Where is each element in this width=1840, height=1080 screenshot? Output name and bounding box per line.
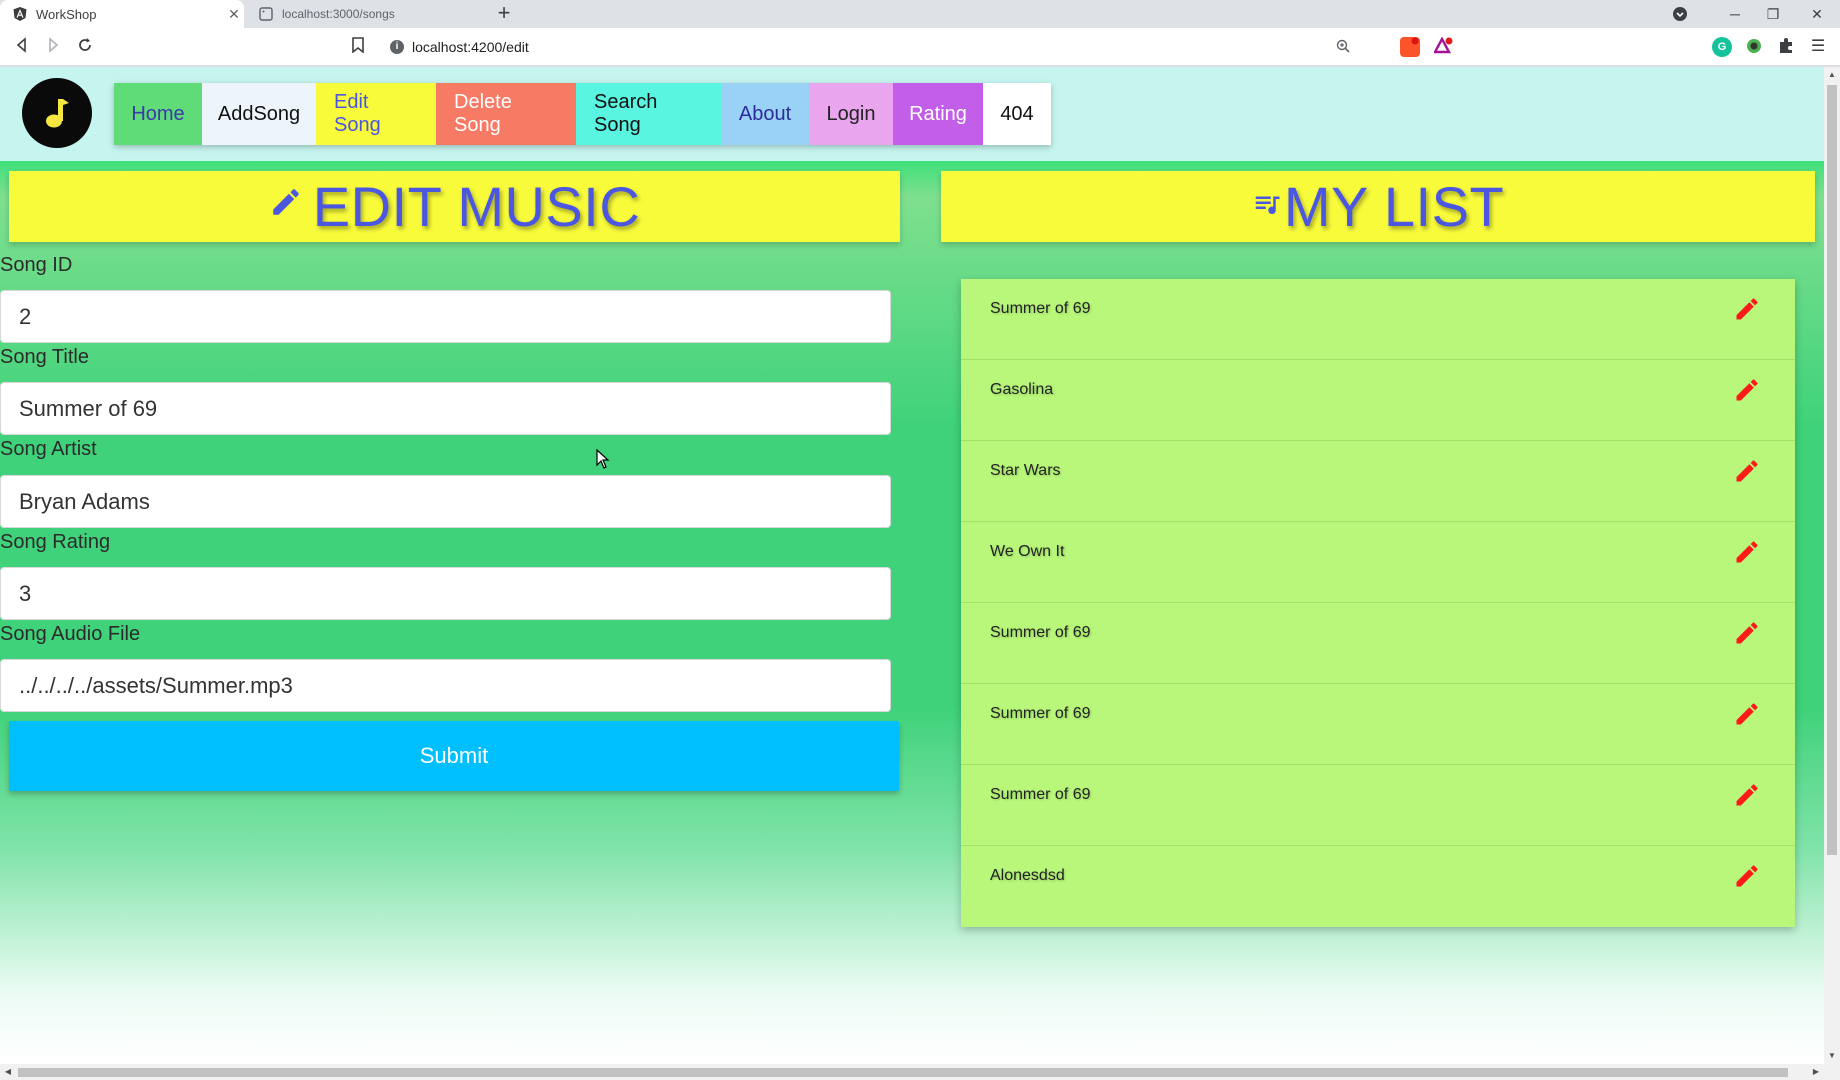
list-item[interactable]: Star Wars <box>961 441 1795 522</box>
close-tab-icon[interactable]: ✕ <box>224 6 244 23</box>
song-artist-input[interactable]: Bryan Adams <box>0 475 891 528</box>
extension-icon[interactable] <box>1744 37 1764 57</box>
scroll-down-icon[interactable]: ▼ <box>1824 1048 1840 1064</box>
edit-pencil-icon[interactable] <box>1733 457 1761 485</box>
vertical-scroll-thumb[interactable] <box>1827 85 1837 855</box>
my-list-title: MY LIST <box>1283 175 1505 238</box>
new-tab-button[interactable]: + <box>492 2 516 26</box>
horizontal-scroll-thumb[interactable] <box>18 1068 1788 1077</box>
song-name: We Own It <box>990 543 1065 560</box>
list-item[interactable]: Alonesdsd <box>961 846 1795 927</box>
edit-pencil-icon[interactable] <box>1733 538 1761 566</box>
list-item[interactable]: Summer of 69 <box>961 603 1795 684</box>
edit-pencil-icon[interactable] <box>1733 700 1761 728</box>
list-item[interactable]: Summer of 69 <box>961 279 1795 360</box>
nav-about[interactable]: About <box>721 83 809 145</box>
song-rating-label: Song Rating <box>0 531 111 553</box>
vertical-scrollbar[interactable]: ▲ ▼ <box>1824 67 1840 1064</box>
nav-rating[interactable]: Rating <box>893 83 983 145</box>
playlist-icon <box>1252 184 1282 229</box>
scroll-left-icon[interactable]: ◀ <box>0 1064 16 1080</box>
song-name: Summer of 69 <box>990 624 1091 641</box>
song-id-label: Song ID <box>0 254 73 276</box>
list-item[interactable]: Gasolina <box>961 360 1795 441</box>
extensions-puzzle-icon[interactable] <box>1776 37 1796 57</box>
forward-icon[interactable] <box>43 37 63 57</box>
nav-edit-song[interactable]: Edit Song <box>316 83 436 145</box>
browser-toolbar: i localhost:4200/edit G ☰ <box>0 28 1840 66</box>
list-item[interactable]: Summer of 69 <box>961 684 1795 765</box>
song-rating-input[interactable]: 3 <box>0 567 891 620</box>
grammarly-icon[interactable]: G <box>1712 37 1732 57</box>
tab-workshop[interactable]: WorkShop ✕ <box>0 0 244 28</box>
edit-music-title: EDIT MUSIC <box>312 175 641 238</box>
edit-music-header: EDIT MUSIC <box>9 171 900 242</box>
page-viewport: Home AddSong Edit Song Delete Song Searc… <box>0 67 1824 1064</box>
song-name: Alonesdsd <box>990 867 1065 884</box>
horizontal-scrollbar[interactable]: ◀ ▶ <box>0 1064 1840 1080</box>
song-list: Summer of 69 Gasolina Star Wars We Own I… <box>961 279 1795 927</box>
url-text: localhost:4200/edit <box>412 39 529 55</box>
pencil-icon <box>269 184 303 229</box>
browser-tab-bar: WorkShop ✕ localhost:3000/songs + ─ ❐ ✕ <box>0 0 1840 28</box>
song-name: Summer of 69 <box>990 300 1091 317</box>
submit-button[interactable]: Submit <box>9 721 899 791</box>
edit-pencil-icon[interactable] <box>1733 781 1761 809</box>
close-window-icon[interactable]: ✕ <box>1794 0 1840 28</box>
tab-title: WorkShop <box>36 6 97 22</box>
tab-title: localhost:3000/songs <box>282 7 395 21</box>
bookmark-icon[interactable] <box>348 37 368 57</box>
song-artist-label: Song Artist <box>0 438 97 460</box>
page-favicon-icon <box>258 6 274 22</box>
zoom-icon[interactable] <box>1336 39 1356 56</box>
address-bar[interactable]: i localhost:4200/edit <box>378 33 1378 61</box>
my-list-header: MY LIST <box>941 171 1815 242</box>
tab-search-icon[interactable] <box>1668 0 1692 28</box>
brave-rewards-icon[interactable] <box>1432 36 1454 57</box>
list-item[interactable]: We Own It <box>961 522 1795 603</box>
song-audio-file-label: Song Audio File <box>0 623 141 645</box>
scroll-right-icon[interactable]: ▶ <box>1808 1064 1824 1080</box>
brave-shield-icon[interactable] <box>1400 37 1420 57</box>
list-item[interactable]: Summer of 69 <box>961 765 1795 846</box>
back-icon[interactable] <box>12 37 32 57</box>
edit-pencil-icon[interactable] <box>1733 862 1761 890</box>
scroll-up-icon[interactable]: ▲ <box>1824 67 1840 83</box>
edit-pencil-icon[interactable] <box>1733 295 1761 323</box>
nav-add-song[interactable]: AddSong <box>202 83 316 145</box>
nav-search-song[interactable]: Search Song <box>576 83 721 145</box>
song-id-input[interactable]: 2 <box>0 290 891 343</box>
song-name: Summer of 69 <box>990 705 1091 722</box>
music-logo-icon[interactable] <box>22 78 92 148</box>
tab-songs[interactable]: localhost:3000/songs <box>246 0 482 28</box>
song-name: Star Wars <box>990 462 1061 479</box>
site-info-icon[interactable]: i <box>390 40 404 54</box>
edit-pencil-icon[interactable] <box>1733 619 1761 647</box>
song-audio-file-input[interactable]: ../../../../assets/Summer.mp3 <box>0 659 891 712</box>
browser-menu-icon[interactable]: ☰ <box>1808 37 1828 57</box>
song-name: Gasolina <box>990 381 1054 398</box>
main-nav: Home AddSong Edit Song Delete Song Searc… <box>114 83 1051 145</box>
mouse-cursor-icon <box>596 448 610 469</box>
restore-icon[interactable]: ❐ <box>1750 0 1796 28</box>
song-title-input[interactable]: Summer of 69 <box>0 382 891 435</box>
reload-icon[interactable] <box>75 37 95 57</box>
nav-delete-song[interactable]: Delete Song <box>436 83 576 145</box>
song-title-label: Song Title <box>0 346 89 368</box>
song-name: Summer of 69 <box>990 786 1091 803</box>
nav-404[interactable]: 404 <box>983 83 1051 145</box>
nav-home[interactable]: Home <box>114 83 202 145</box>
nav-login[interactable]: Login <box>809 83 893 145</box>
edit-pencil-icon[interactable] <box>1733 376 1761 404</box>
angular-favicon-icon <box>12 6 28 22</box>
